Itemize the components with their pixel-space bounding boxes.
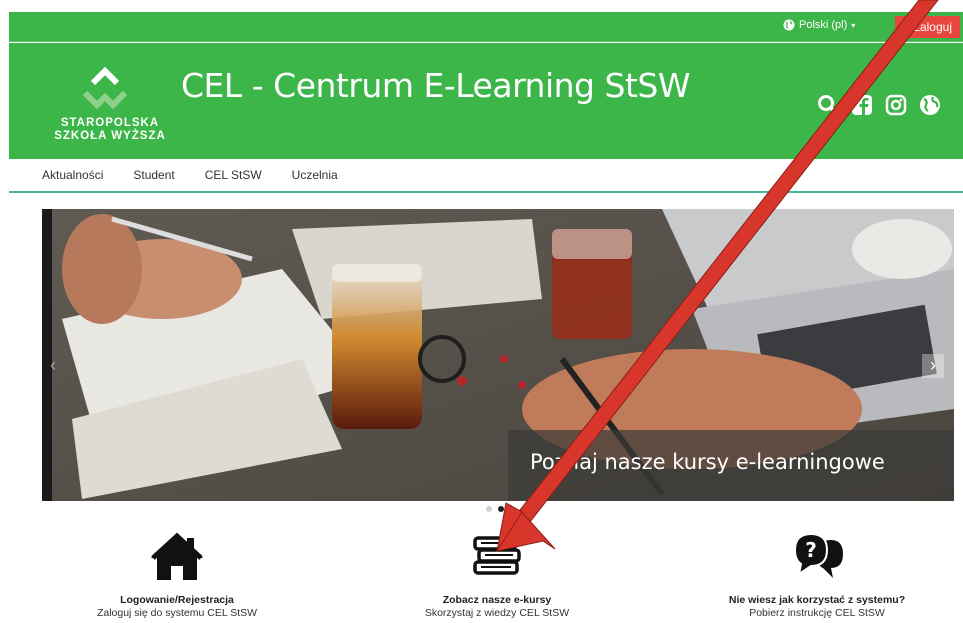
language-label: Polski (pl) xyxy=(799,19,848,31)
logo-line-1: STAROPOLSKA xyxy=(60,117,160,129)
facebook-icon[interactable] xyxy=(851,94,873,116)
feature-courses-subtitle: Skorzystaj z wiedzy CEL StSW xyxy=(424,607,570,619)
feature-login[interactable]: Logowanie/Rejestracja Zaloguj się do sys… xyxy=(37,530,317,619)
logo-mark-icon xyxy=(82,66,128,110)
site-header: STAROPOLSKA SZKOŁA WYŻSZA CEL - Centrum … xyxy=(9,43,963,159)
logo-text: STAROPOLSKA SZKOŁA WYŻSZA xyxy=(45,117,175,143)
feature-help-subtitle: Pobierz instrukcję CEL StSW xyxy=(749,607,885,619)
page: Polski (pl) ▾ Zaloguj STAROPOLSKA SZKOŁA… xyxy=(0,0,963,623)
nav-item-uczelnia[interactable]: Uczelnia xyxy=(292,168,338,182)
svg-text:?: ? xyxy=(805,538,817,562)
site-title[interactable]: CEL - Centrum E-Learning StSW xyxy=(181,66,690,105)
logo[interactable]: STAROPOLSKA SZKOŁA WYŻSZA xyxy=(45,59,175,151)
slider-prev-icon[interactable]: ‹ xyxy=(50,354,64,378)
top-bar: Polski (pl) ▾ Zaloguj xyxy=(9,12,963,42)
books-icon xyxy=(467,530,527,590)
slider-next-icon[interactable]: › xyxy=(922,354,944,378)
help-chat-icon: ? xyxy=(787,530,847,590)
home-icon xyxy=(147,530,207,590)
slide-caption: Poznaj nasze kursy e-learningowe xyxy=(530,450,885,474)
nav-item-aktualnosci[interactable]: Aktualności xyxy=(42,168,103,182)
main-nav: Aktualności Student CEL StSW Uczelnia xyxy=(9,159,963,193)
slider-dot-1[interactable] xyxy=(486,506,492,512)
language-selector[interactable]: Polski (pl) ▾ xyxy=(783,19,855,31)
feature-login-title: Logowanie/Rejestracja xyxy=(120,594,234,606)
caret-down-icon: ▾ xyxy=(851,20,856,30)
header-icons xyxy=(817,94,941,116)
feature-courses-title: Zobacz nasze e-kursy xyxy=(442,594,552,606)
feature-help-title: Nie wiesz jak korzystać z systemu? xyxy=(728,594,906,606)
logo-line-2: SZKOŁA WYŻSZA xyxy=(54,130,166,142)
nav-item-cel-stsw[interactable]: CEL StSW xyxy=(205,168,262,182)
login-button[interactable]: Zaloguj xyxy=(895,16,960,38)
slide-caption-box: Poznaj nasze kursy e-learningowe xyxy=(508,430,954,501)
slider-dot-2[interactable] xyxy=(498,506,504,512)
image-slider[interactable]: ‹ › Poznaj nasze kursy e-learningowe xyxy=(42,209,954,501)
nav-item-student[interactable]: Student xyxy=(133,168,174,182)
feature-courses[interactable]: Zobacz nasze e-kursy Skorzystaj z wiedzy… xyxy=(357,530,637,619)
search-icon[interactable] xyxy=(817,94,839,116)
feature-help[interactable]: ? Nie wiesz jak korzystać z systemu? Pob… xyxy=(677,530,957,619)
slider-dots xyxy=(486,506,504,512)
globe-icon[interactable] xyxy=(919,94,941,116)
globe-small-icon xyxy=(783,19,795,31)
instagram-icon[interactable] xyxy=(885,94,907,116)
feature-login-subtitle: Zaloguj się do systemu CEL StSW xyxy=(96,607,258,619)
